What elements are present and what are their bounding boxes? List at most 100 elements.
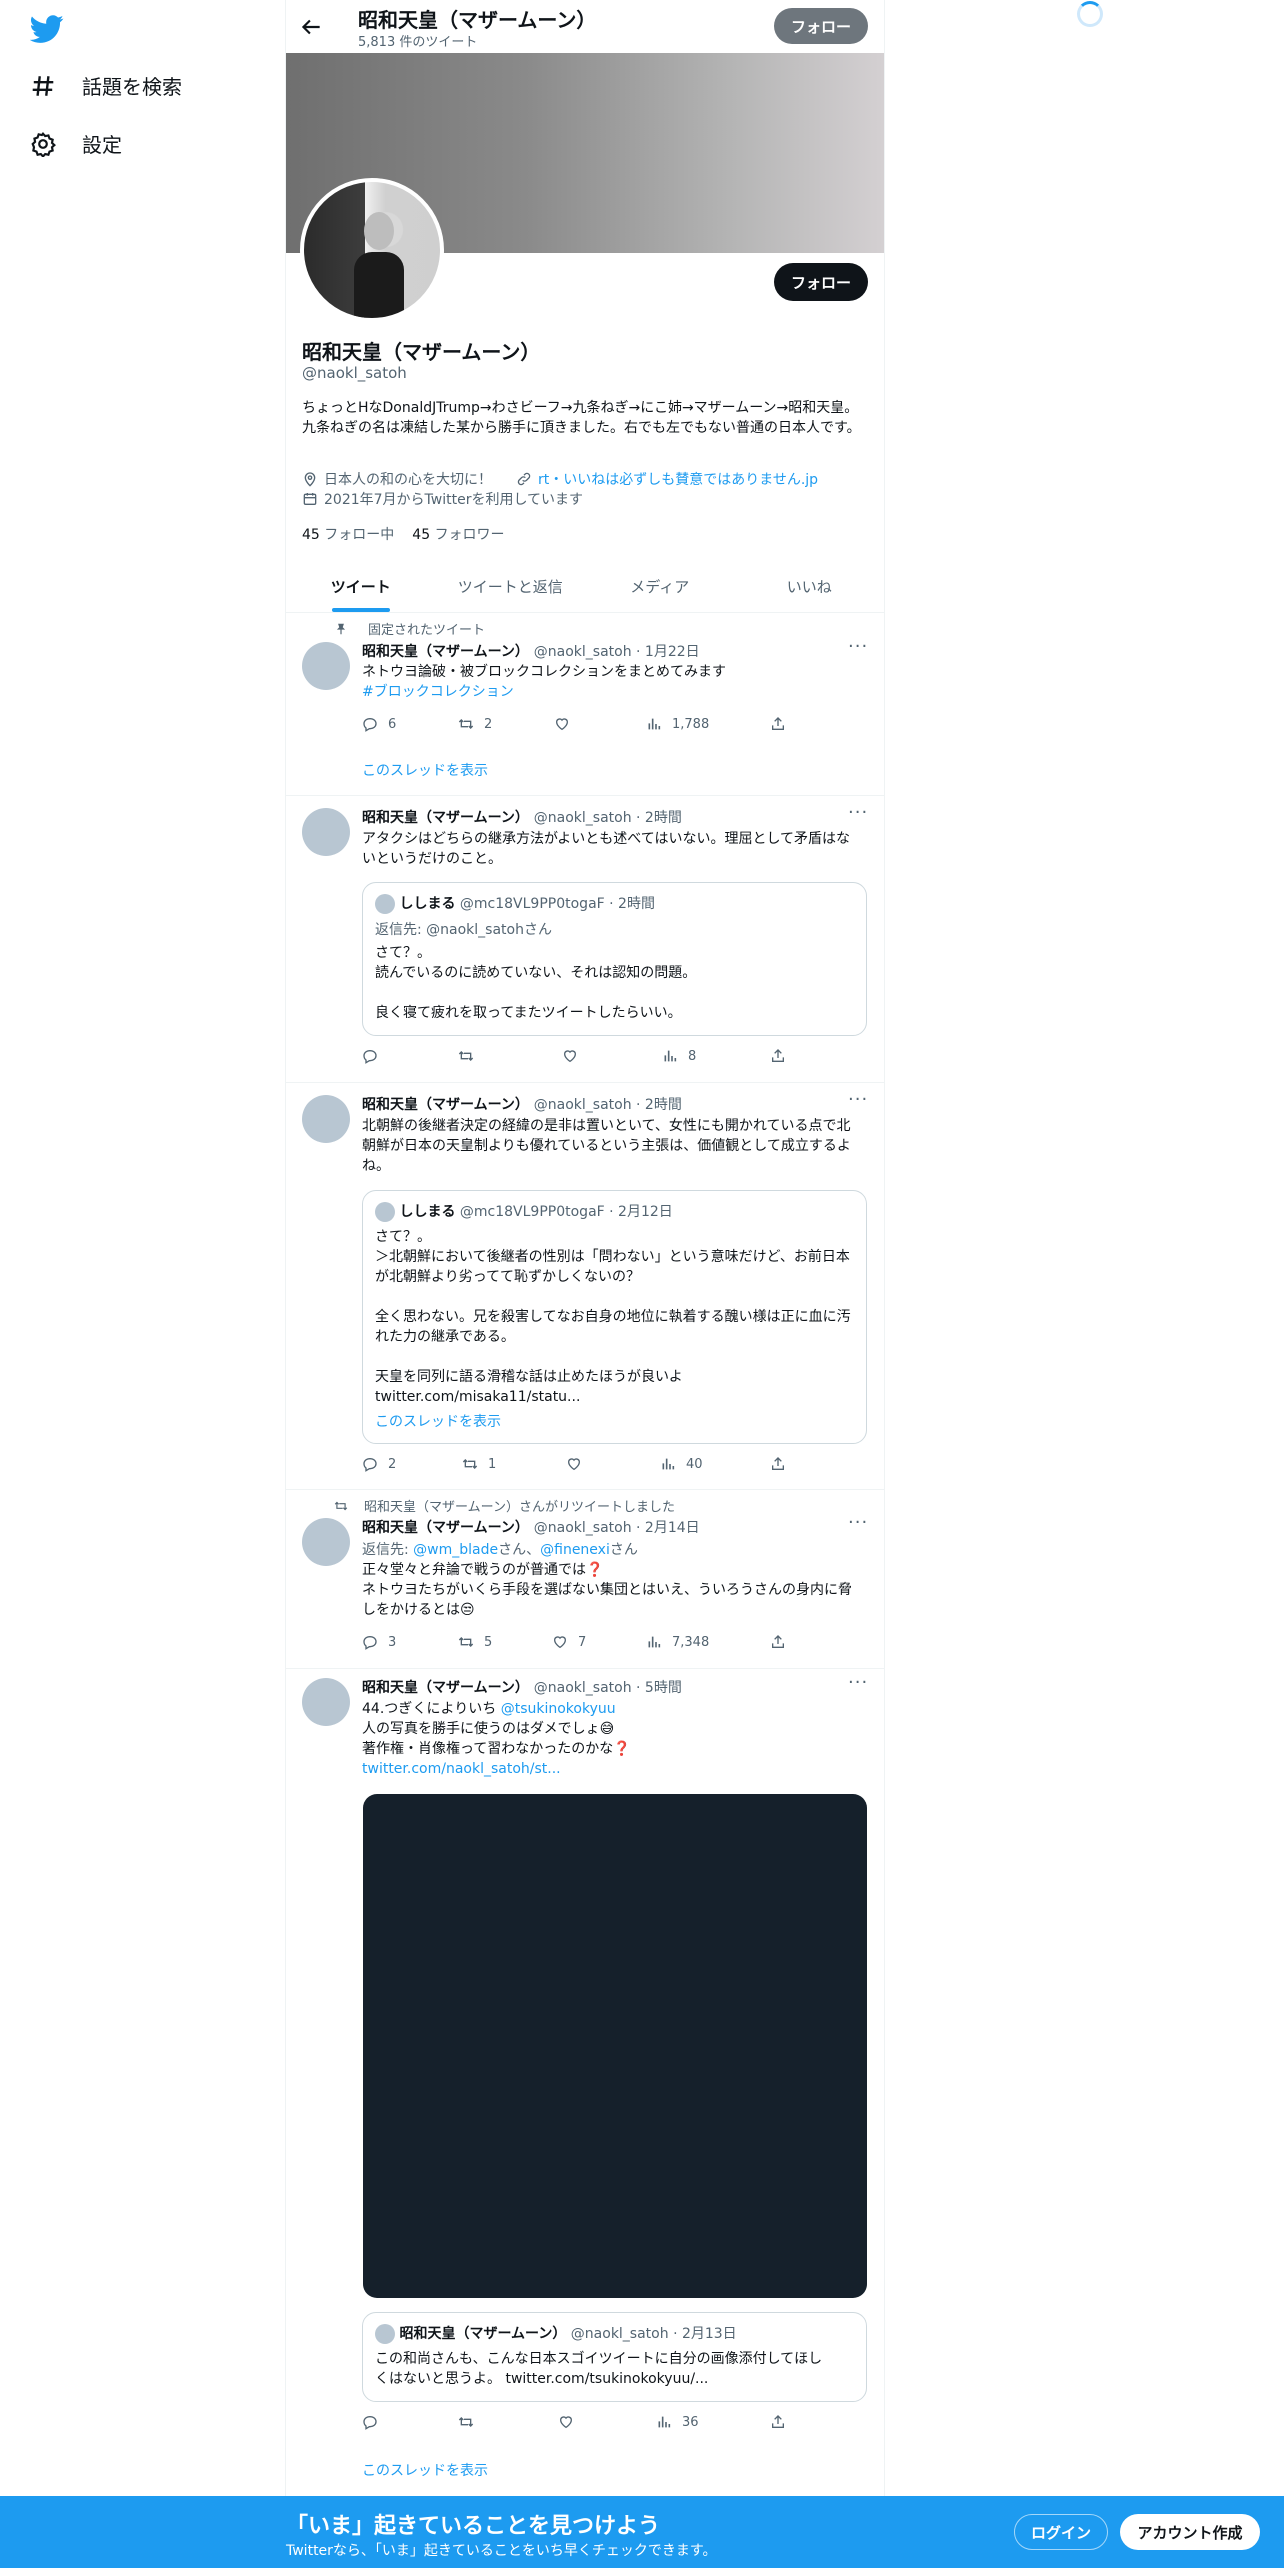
quote-header: 昭和天皇（マザームーン） @naokl_satoh · 2月13日 xyxy=(375,2323,737,2344)
tweet-meta[interactable]: @naokl_satoh · 2月14日 xyxy=(534,1520,700,1536)
heart-icon xyxy=(559,2416,573,2429)
retweet-button[interactable] xyxy=(458,2414,484,2430)
tab-likes[interactable]: いいね xyxy=(735,560,885,612)
like-button[interactable] xyxy=(562,1048,588,1064)
tweet-media-image[interactable] xyxy=(363,1794,867,2298)
retweet-icon xyxy=(458,2417,474,2427)
like-button[interactable] xyxy=(558,2414,584,2430)
reply-button[interactable]: 6 xyxy=(362,716,396,732)
retweeted-label[interactable]: 昭和天皇（マザームーン）さんがリツイートしました xyxy=(364,1496,675,1515)
share-button[interactable] xyxy=(770,1456,786,1472)
tweet-link[interactable]: twitter.com/naokl_satoh/st... xyxy=(362,1759,862,1779)
share-icon xyxy=(772,1049,784,1062)
heart-icon xyxy=(567,1458,581,1471)
tweet-meta[interactable]: @naokl_satoh · 1月22日 xyxy=(534,644,700,660)
quoted-tweet[interactable]: 昭和天皇（マザームーン） @naokl_satoh · 2月13日 この和尚さん… xyxy=(362,2312,867,2402)
tweet-more-icon[interactable]: ··· xyxy=(848,1512,868,1533)
following-link[interactable]: 45 フォロー中 xyxy=(302,524,394,544)
reply-button[interactable]: 2 xyxy=(362,1456,396,1472)
show-thread-link[interactable]: このスレッドを表示 xyxy=(362,2460,488,2480)
tweet-author-name[interactable]: 昭和天皇（マザームーン） xyxy=(362,1097,529,1113)
views-button[interactable]: 36 xyxy=(656,2414,699,2430)
hashtag-icon xyxy=(32,75,54,96)
back-arrow-icon[interactable] xyxy=(298,14,324,40)
like-button[interactable]: 7 xyxy=(552,1634,586,1650)
retweet-button[interactable] xyxy=(458,1048,484,1064)
tweet-author-name[interactable]: 昭和天皇（マザームーン） xyxy=(362,1520,529,1536)
tweet-avatar[interactable] xyxy=(302,1095,350,1143)
tweet-meta[interactable]: @naokl_satoh · 2時間 xyxy=(534,1097,682,1113)
tweet-avatar[interactable] xyxy=(302,1678,350,1726)
views-button[interactable]: 8 xyxy=(662,1048,696,1064)
retweet-button[interactable]: 2 xyxy=(458,716,492,732)
tweet-mention[interactable]: @tsukinokokyuu xyxy=(501,1701,616,1717)
show-thread-link[interactable]: このスレッドを表示 xyxy=(362,760,488,780)
views-button[interactable]: 1,788 xyxy=(646,716,709,732)
quote-header: ししまる @mc18VL9PP0togaF · 2時間 xyxy=(375,893,655,914)
tweet-author-name[interactable]: 昭和天皇（マザームーン） xyxy=(362,644,529,660)
retweet-button[interactable]: 5 xyxy=(458,1634,492,1650)
views-button[interactable]: 40 xyxy=(660,1456,703,1472)
heart-icon xyxy=(563,1050,577,1063)
tweet-more-icon[interactable]: ··· xyxy=(848,802,868,823)
nav-explore[interactable]: 話題を検索 xyxy=(30,71,182,100)
followers-link[interactable]: 45 フォロワー xyxy=(412,524,504,544)
twitter-logo-icon[interactable] xyxy=(30,12,64,46)
quoted-tweet[interactable]: ししまる @mc18VL9PP0togaF · 2時間 返信先: @naokl_… xyxy=(362,882,867,1036)
login-button[interactable]: ログイン xyxy=(1014,2514,1108,2550)
quote-line: 読んでいるのに読めていない、それは認知の問題。 xyxy=(375,965,697,981)
profile-website[interactable]: rt・いいねは必ずしも賛意ではありません.jp xyxy=(516,469,818,489)
tab-tweets[interactable]: ツイート xyxy=(286,560,436,612)
share-button[interactable] xyxy=(770,1634,786,1650)
profile-bio: ちょっとHなDonaldJTrump→わさビーフ→九条ねぎ→にこ姉→マザームーン… xyxy=(302,400,861,436)
tweet-more-icon[interactable]: ··· xyxy=(848,1672,868,1693)
like-button[interactable] xyxy=(566,1456,592,1472)
share-button[interactable] xyxy=(770,716,786,732)
quote-link: twitter.com/misaka11/statu... xyxy=(375,1389,581,1405)
profile-joined-text: 2021年7月からTwitterを利用しています xyxy=(324,492,584,508)
tweet-avatar[interactable] xyxy=(302,1518,350,1566)
quote-show-thread-link[interactable]: このスレッドを表示 xyxy=(375,1411,501,1431)
reply-mention[interactable]: @wm_blade xyxy=(413,1542,498,1558)
retweet-button[interactable]: 1 xyxy=(462,1456,496,1472)
signup-button[interactable]: アカウント作成 xyxy=(1120,2514,1260,2550)
location-pin-icon xyxy=(304,472,316,487)
header-follow-button[interactable]: フォロー xyxy=(774,8,868,44)
tweet-meta[interactable]: @naokl_satoh · 2時間 xyxy=(534,810,682,826)
profile-follow-button[interactable]: フォロー xyxy=(774,263,868,301)
tweet-avatar[interactable] xyxy=(302,642,350,690)
reply-button[interactable] xyxy=(362,2414,388,2430)
reply-icon xyxy=(363,2415,377,2430)
views-button[interactable]: 7,348 xyxy=(646,1634,709,1650)
reply-icon xyxy=(363,1457,377,1472)
reply-button[interactable] xyxy=(362,1048,388,1064)
quote-line: 天皇を同列に語る滑稽な話は止めたほうが良いよ xyxy=(375,1369,683,1385)
tweet-meta[interactable]: @naokl_satoh · 5時間 xyxy=(534,1680,682,1696)
followers-label: フォロワー xyxy=(434,527,505,543)
loading-spinner-icon xyxy=(1077,1,1103,27)
tweet-author-name[interactable]: 昭和天皇（マザームーン） xyxy=(362,1680,529,1696)
profile-avatar[interactable] xyxy=(300,178,444,322)
reply-button[interactable]: 3 xyxy=(362,1634,396,1650)
tab-media[interactable]: メディア xyxy=(585,560,735,612)
tweet-hashtag[interactable]: #ブロックコレクション xyxy=(362,682,862,702)
reply-mention[interactable]: @finenexi xyxy=(540,1542,610,1558)
share-button[interactable] xyxy=(770,2414,786,2430)
nav-settings[interactable]: 設定 xyxy=(30,129,122,158)
tweet-more-icon[interactable]: ··· xyxy=(848,636,868,657)
followers-count: 45 xyxy=(412,527,431,543)
tweet-header: 昭和天皇（マザームーン） @naokl_satoh · 2時間 xyxy=(362,1094,682,1114)
tweet-author-name[interactable]: 昭和天皇（マザームーン） xyxy=(362,810,529,826)
heart-icon xyxy=(555,718,569,731)
quote-line: この和尚さんも、こんな日本スゴイツイートに自分の画像添付してほし xyxy=(375,2351,823,2367)
quoted-tweet[interactable]: ししまる @mc18VL9PP0togaF · 2月12日 さて？。 ＞北朝鮮に… xyxy=(362,1190,867,1444)
header-tweet-count: 5,813 件のツイート xyxy=(358,35,478,50)
like-button[interactable] xyxy=(554,716,580,732)
share-button[interactable] xyxy=(770,1048,786,1064)
tweet-avatar[interactable] xyxy=(302,808,350,856)
tweet-more-icon[interactable]: ··· xyxy=(848,1089,868,1110)
tab-tweets-and-replies[interactable]: ツイートと返信 xyxy=(436,560,586,612)
profile-website-link[interactable]: rt・いいねは必ずしも賛意ではありません.jp xyxy=(538,469,818,489)
quote-line: さて？。 xyxy=(375,1229,431,1245)
quote-meta: @naokl_satoh · 2月13日 xyxy=(570,2326,737,2342)
